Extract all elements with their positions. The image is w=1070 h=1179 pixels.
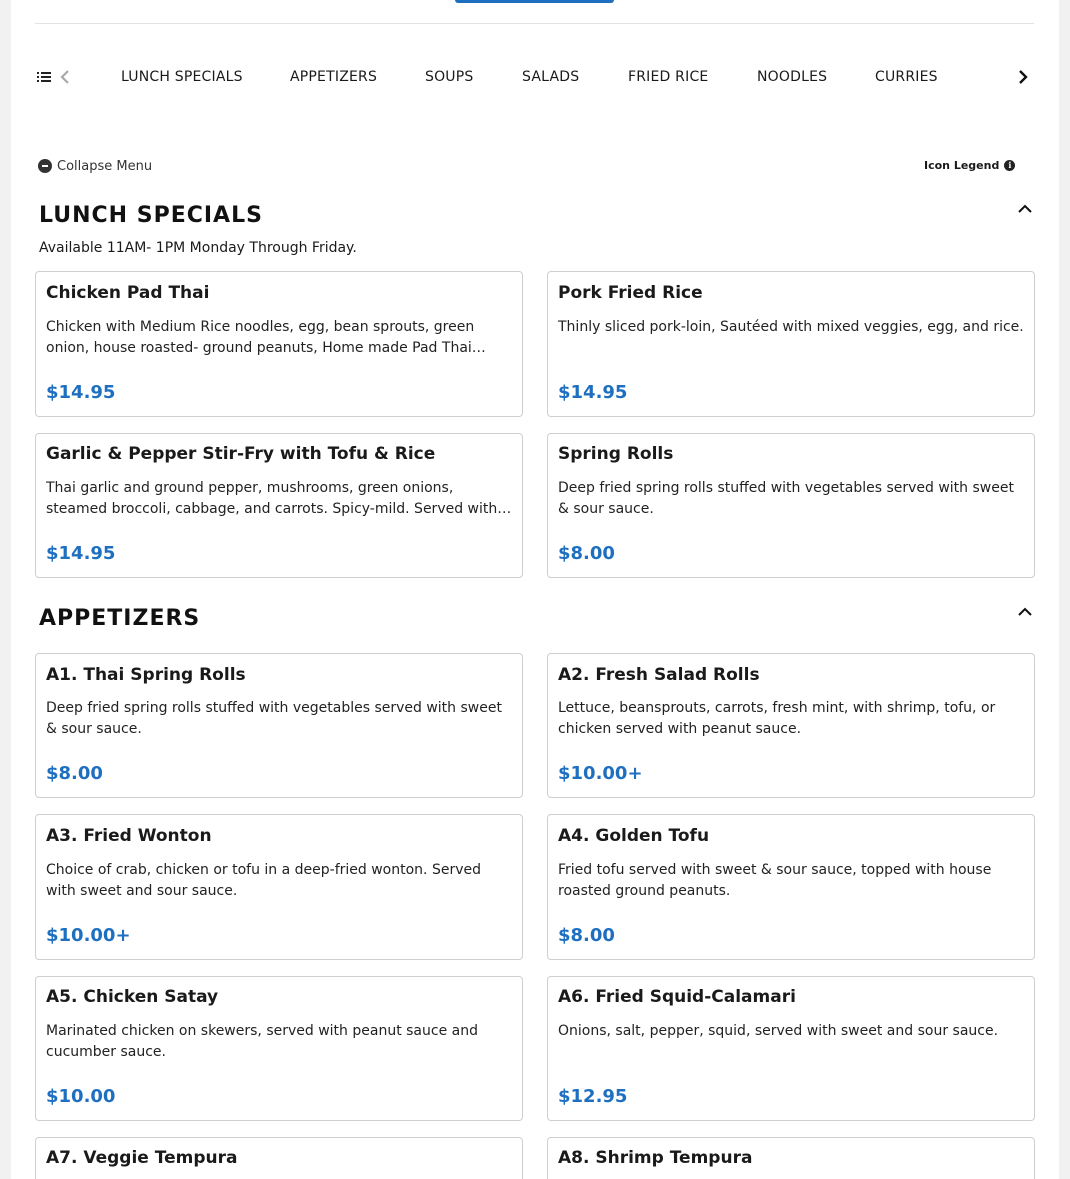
- category-tab-salads[interactable]: SALADS: [522, 69, 579, 85]
- category-tab-lunch-specials[interactable]: LUNCH SPECIALS: [121, 69, 243, 85]
- collapse-menu-label: Collapse Menu: [57, 158, 153, 174]
- menu-item-card[interactable]: A1. Thai Spring Rolls Deep fried spring …: [35, 653, 523, 798]
- item-name: Garlic & Pepper Stir-Fry with Tofu & Ric…: [46, 444, 436, 464]
- item-description: Deep fried spring rolls stuffed with veg…: [46, 700, 502, 737]
- minus-circle-icon: [38, 159, 52, 173]
- category-tab-noodles[interactable]: NOODLES: [757, 69, 827, 85]
- chevron-right-icon[interactable]: [1016, 69, 1030, 85]
- item-description: Choice of crab, chicken or tofu in a dee…: [46, 862, 481, 899]
- section-title-appetizers: APPETIZERS: [39, 606, 201, 631]
- item-name: A5. Chicken Satay: [46, 987, 219, 1007]
- category-tab-appetizers[interactable]: APPETIZERS: [290, 69, 377, 85]
- item-name: A6. Fried Squid-Calamari: [558, 987, 796, 1007]
- menu-page: LUNCH SPECIALS APPETIZERS SOUPS SALADS F…: [11, 0, 1059, 1179]
- item-price: $12.95: [558, 1086, 628, 1107]
- menu-item-card[interactable]: A5. Chicken Satay Marinated chicken on s…: [35, 976, 523, 1121]
- item-description: Fried tofu served with sweet & sour sauc…: [558, 862, 992, 899]
- order-button[interactable]: [455, 0, 614, 3]
- item-name: A3. Fried Wonton: [46, 826, 212, 846]
- item-name: A2. Fresh Salad Rolls: [558, 665, 760, 685]
- item-description: Onions, salt, pepper, squid, served with…: [558, 1023, 999, 1039]
- info-icon: i: [1004, 159, 1016, 171]
- menu-item-card[interactable]: A3. Fried Wonton Choice of crab, chicken…: [35, 814, 523, 960]
- item-price: $8.00: [558, 925, 615, 946]
- menu-item-card[interactable]: A7. Veggie Tempura: [35, 1137, 523, 1179]
- menu-item-card[interactable]: A2. Fresh Salad Rolls Lettuce, beansprou…: [547, 653, 1035, 798]
- item-price: $14.95: [558, 382, 628, 403]
- category-tab-curries[interactable]: CURRIES: [875, 69, 938, 85]
- item-price: $8.00: [558, 543, 615, 564]
- item-price: $10.00: [46, 1086, 116, 1107]
- item-description: Marinated chicken on skewers, served wit…: [46, 1023, 478, 1060]
- item-price: $14.95: [46, 382, 116, 403]
- chevron-up-icon[interactable]: [1017, 203, 1033, 215]
- item-name: A1. Thai Spring Rolls: [46, 665, 246, 685]
- item-price: $10.00+: [46, 925, 131, 946]
- list-icon[interactable]: [37, 70, 51, 84]
- item-name: Spring Rolls: [558, 444, 674, 464]
- collapse-menu-button[interactable]: Collapse Menu: [38, 157, 152, 175]
- item-description: Thai garlic and ground pepper, mushrooms…: [46, 480, 498, 517]
- category-tab-fried-rice[interactable]: FRIED RICE: [628, 69, 708, 85]
- menu-item-card[interactable]: Spring Rolls Deep fried spring rolls stu…: [547, 433, 1035, 578]
- menu-item-card[interactable]: Chicken Pad Thai Chicken with Medium Ric…: [35, 271, 523, 417]
- menu-item-card[interactable]: Garlic & Pepper Stir-Fry with Tofu & Ric…: [35, 433, 523, 578]
- icon-legend-button[interactable]: Icon Legend i: [924, 157, 1016, 173]
- category-nav: LUNCH SPECIALS APPETIZERS SOUPS SALADS F…: [35, 60, 1034, 96]
- item-name: A4. Golden Tofu: [558, 826, 710, 846]
- icon-legend-label: Icon Legend: [924, 158, 1000, 172]
- item-description: Deep fried spring rolls stuffed with veg…: [558, 480, 1014, 517]
- item-name: Pork Fried Rice: [558, 283, 703, 303]
- item-description: Chicken with Medium Rice noodles, egg, b…: [46, 319, 475, 356]
- chevron-left-icon[interactable]: [59, 69, 71, 85]
- category-tab-soups[interactable]: SOUPS: [425, 69, 473, 85]
- menu-item-card[interactable]: A8. Shrimp Tempura: [547, 1137, 1035, 1179]
- section-note: Available 11AM- 1PM Monday Through Frida…: [39, 240, 357, 256]
- menu-item-card[interactable]: A6. Fried Squid-Calamari Onions, salt, p…: [547, 976, 1035, 1121]
- chevron-up-icon[interactable]: [1017, 606, 1033, 618]
- item-name: Chicken Pad Thai: [46, 283, 210, 303]
- header-divider: [35, 23, 1034, 24]
- menu-item-card[interactable]: A4. Golden Tofu Fried tofu served with s…: [547, 814, 1035, 960]
- item-description: Lettuce, beansprouts, carrots, fresh min…: [558, 700, 996, 737]
- item-name: A8. Shrimp Tempura: [558, 1148, 753, 1168]
- section-title-lunch-specials: LUNCH SPECIALS: [39, 203, 263, 228]
- menu-item-card[interactable]: Pork Fried Rice Thinly sliced pork-loin,…: [547, 271, 1035, 417]
- item-price: $14.95: [46, 543, 116, 564]
- item-name: A7. Veggie Tempura: [46, 1148, 238, 1168]
- item-price: $10.00+: [558, 763, 643, 784]
- item-description: Thinly sliced pork-loin, Sautéed with mi…: [558, 319, 1024, 335]
- item-price: $8.00: [46, 763, 103, 784]
